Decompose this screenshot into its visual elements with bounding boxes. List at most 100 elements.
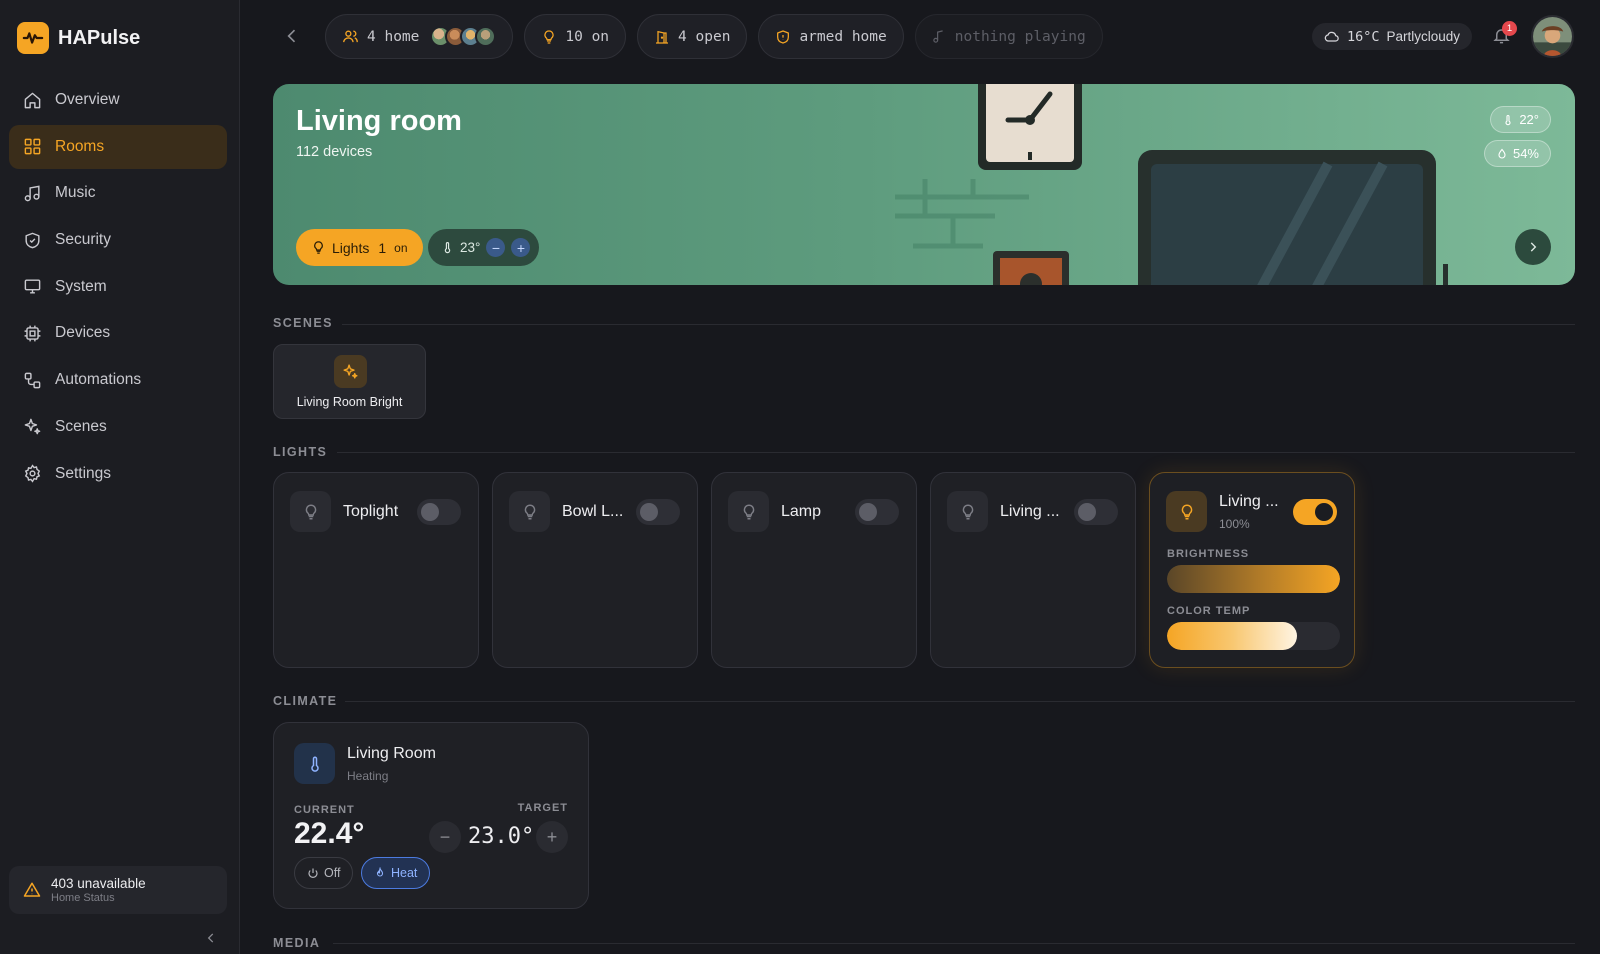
light-toggle[interactable] (417, 499, 461, 525)
hvac-heat-button[interactable]: Heat (361, 857, 431, 889)
chevron-left-icon (287, 29, 296, 43)
lightbulb-icon (509, 491, 550, 532)
open-doors-pill[interactable]: 4 open (637, 14, 748, 59)
user-portrait-icon (1533, 17, 1572, 56)
home-status-title: 403 unavailable (51, 876, 146, 891)
room-humidity: 54% (1512, 146, 1539, 161)
collapse-sidebar-button[interactable] (204, 931, 218, 945)
shield-icon (25, 232, 40, 248)
people-home-pill[interactable]: 4 home (325, 14, 514, 59)
weather-temp: 16°C (1347, 28, 1380, 45)
light-card-bowl[interactable]: Bowl L... (492, 472, 698, 668)
brand[interactable]: HAPulse (17, 22, 140, 54)
hvac-off-button[interactable]: Off (294, 857, 354, 889)
next-room-button[interactable] (1515, 229, 1551, 265)
light-card-lamp[interactable]: Lamp (711, 472, 917, 668)
weather-condition: Partlycloudy (1386, 29, 1461, 44)
light-name: Toplight (343, 503, 399, 520)
current-temp-label: CURRENT (294, 804, 355, 816)
user-avatar[interactable] (1531, 15, 1574, 58)
increase-target-button[interactable]: + (536, 821, 568, 853)
room-humidity-chip: 54% (1483, 140, 1551, 167)
lightbulb-icon (1166, 491, 1207, 532)
users-icon (343, 30, 358, 43)
sidebar-item-label: Security (55, 231, 111, 249)
media-pill[interactable]: nothing playing (914, 14, 1103, 59)
droplet-icon (1498, 148, 1506, 158)
scene-name: Living Room Bright (296, 395, 403, 409)
home-status-card[interactable]: 403 unavailable Home Status (9, 866, 227, 914)
brightness-label: BRIGHTNESS (1167, 548, 1250, 560)
music-note-icon (24, 185, 40, 202)
brightness-slider[interactable] (1167, 565, 1340, 593)
light-card-toplight[interactable]: Toplight (273, 472, 479, 668)
room-lights-label: Lights (332, 239, 370, 256)
home-icon (24, 92, 41, 108)
power-icon (308, 868, 318, 878)
section-divider (342, 324, 1575, 325)
light-card-living-2[interactable]: Living ... 100% BRIGHTNESS COLOR TEMP (1149, 472, 1355, 668)
room-lights-button[interactable]: Lights 1 on (296, 229, 423, 266)
room-temperature-chip: 22° (1490, 106, 1551, 133)
people-avatars (430, 26, 497, 47)
toggle-knob (640, 503, 658, 521)
thermometer-icon (294, 743, 335, 784)
section-divider (337, 452, 1575, 453)
chevron-left-icon (207, 933, 214, 943)
light-toggle[interactable] (1293, 499, 1337, 525)
sidebar: HAPulse Overview Rooms Music Security Sy… (0, 0, 240, 954)
light-card-living-1[interactable]: Living ... (930, 472, 1136, 668)
sidebar-item-rooms[interactable]: Rooms (9, 124, 227, 169)
light-toggle[interactable] (636, 499, 680, 525)
room-title: Living room (296, 105, 462, 137)
lightbulb-icon (544, 29, 555, 44)
home-status-subtitle: Home Status (51, 892, 115, 904)
toggle-knob (1315, 503, 1333, 521)
sidebar-item-devices[interactable]: Devices (9, 311, 227, 355)
people-home-count: 4 home (367, 28, 420, 45)
grid-icon (24, 138, 41, 155)
toggle-knob (1078, 503, 1096, 521)
decrease-temperature-button[interactable]: − (486, 238, 506, 257)
decrease-target-button[interactable]: − (429, 821, 461, 853)
sidebar-item-label: Devices (55, 324, 111, 342)
room-temperature-control: 23° − + (428, 229, 540, 266)
scene-card[interactable]: Living Room Bright (273, 344, 426, 419)
sidebar-item-label: Music (55, 184, 96, 202)
light-toggle[interactable] (855, 499, 899, 525)
lights-on-count: 10 on (565, 28, 610, 45)
wall-clock (978, 84, 1082, 170)
increase-temperature-button[interactable]: + (511, 238, 531, 257)
door-open-icon (656, 30, 669, 44)
room-hero-card[interactable]: Living room 112 devices 22° 54% Lights 1… (273, 84, 1575, 285)
chip-icon (24, 325, 41, 342)
hvac-off-label: Off (324, 866, 341, 880)
sidebar-item-music[interactable]: Music (9, 171, 227, 215)
section-divider (333, 943, 1575, 944)
room-lights-count: 1 (378, 239, 387, 256)
back-button[interactable] (282, 26, 302, 46)
light-name: Living ... (1219, 493, 1279, 510)
light-name: Lamp (781, 503, 822, 520)
sidebar-item-security[interactable]: Security (9, 218, 227, 262)
workflow-icon (24, 372, 41, 388)
weather-chip[interactable]: 16°C Partlycloudy (1312, 23, 1473, 50)
alarm-state: armed home (799, 28, 887, 45)
sidebar-item-automations[interactable]: Automations (9, 358, 227, 402)
color-temp-slider[interactable] (1167, 622, 1340, 650)
lights-on-pill[interactable]: 10 on (524, 14, 627, 59)
media-section-label: MEDIA (273, 936, 321, 950)
sidebar-item-label: Rooms (55, 137, 105, 155)
sidebar-item-scenes[interactable]: Scenes (9, 405, 227, 449)
sidebar-item-overview[interactable]: Overview (9, 78, 227, 122)
light-toggle[interactable] (1074, 499, 1118, 525)
chevron-right-icon (1530, 242, 1537, 252)
sidebar-item-label: Settings (55, 464, 112, 482)
sidebar-nav: Overview Rooms Music Security System Dev… (9, 78, 227, 498)
gear-icon (24, 464, 41, 483)
sidebar-item-settings[interactable]: Settings (9, 452, 227, 496)
climate-mode: Heating (347, 769, 389, 783)
sidebar-item-system[interactable]: System (9, 265, 227, 309)
alarm-pill[interactable]: armed home (758, 14, 904, 59)
color-temp-label: COLOR TEMP (1167, 605, 1251, 617)
